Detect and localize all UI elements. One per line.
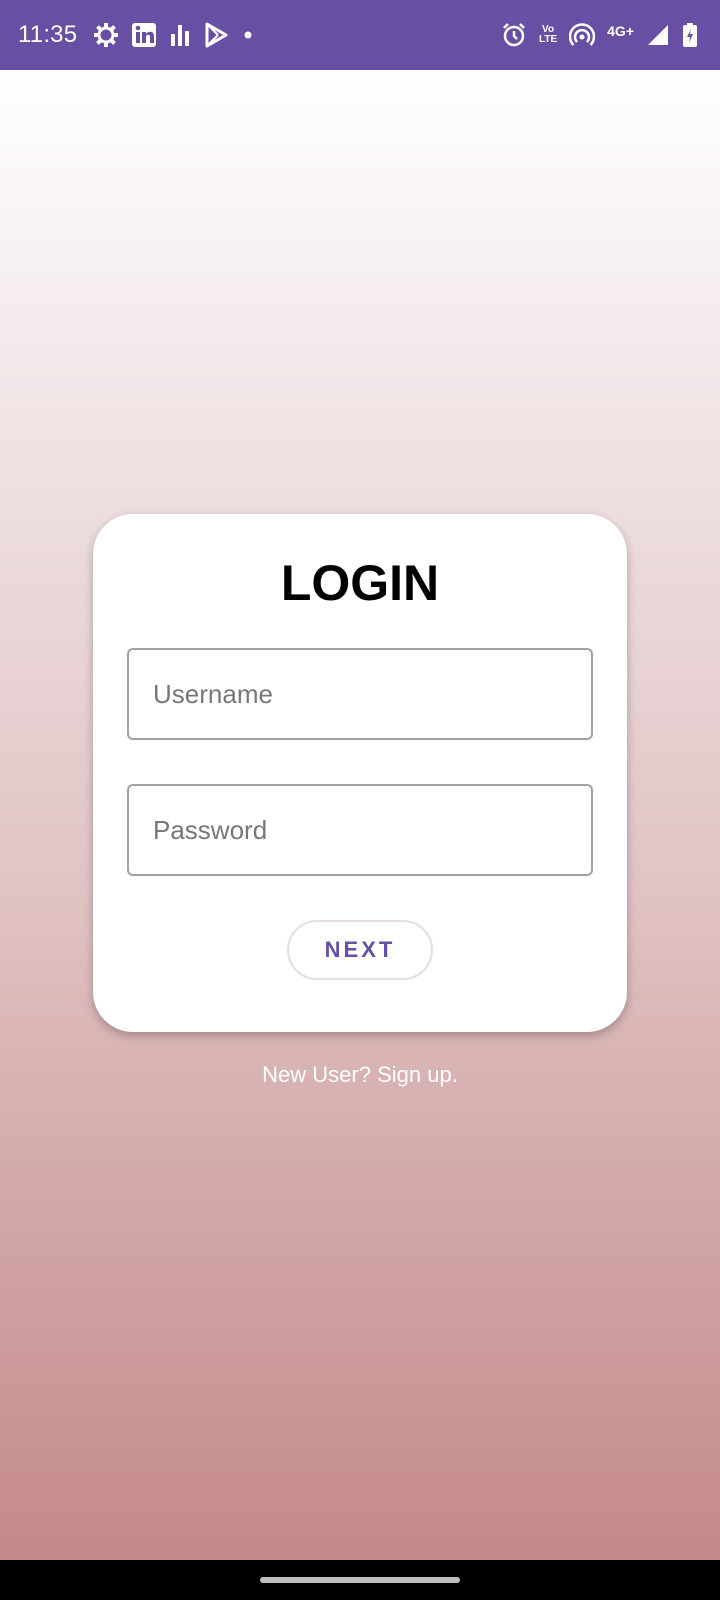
username-input[interactable]: Username (127, 648, 593, 740)
status-bar-right: Vo LTE 4G+ (495, 22, 704, 48)
signal-icon (646, 23, 670, 47)
navigation-bar (0, 1560, 720, 1600)
login-screen: LOGIN Username Password NEXT New User? S… (0, 70, 720, 1560)
status-time: 11:35 (18, 21, 78, 48)
home-indicator[interactable] (260, 1577, 460, 1583)
username-placeholder: Username (153, 678, 273, 709)
signup-link[interactable]: New User? Sign up. (0, 1062, 720, 1088)
alarm-icon (501, 22, 527, 48)
next-button[interactable]: NEXT (287, 920, 433, 980)
login-title: LOGIN (280, 555, 440, 611)
bar-chart-icon (169, 22, 191, 48)
dot-icon (241, 28, 255, 42)
settings-icon (93, 22, 119, 48)
hotspot-icon (569, 22, 596, 48)
network-4g-icon: 4G+ (607, 23, 634, 39)
volte-bottom-label: LTE (538, 34, 558, 45)
battery-icon (682, 22, 698, 48)
play-store-icon (203, 22, 229, 48)
login-card: LOGIN Username Password NEXT (93, 514, 627, 1032)
status-bar: 11:35 Vo LTE 4G+ (0, 0, 720, 70)
volte-icon: Vo LTE (539, 25, 557, 45)
linkedin-icon (131, 22, 157, 48)
password-placeholder: Password (153, 814, 268, 845)
password-input[interactable]: Password (127, 784, 593, 876)
status-bar-left: 11:35 (18, 21, 261, 49)
